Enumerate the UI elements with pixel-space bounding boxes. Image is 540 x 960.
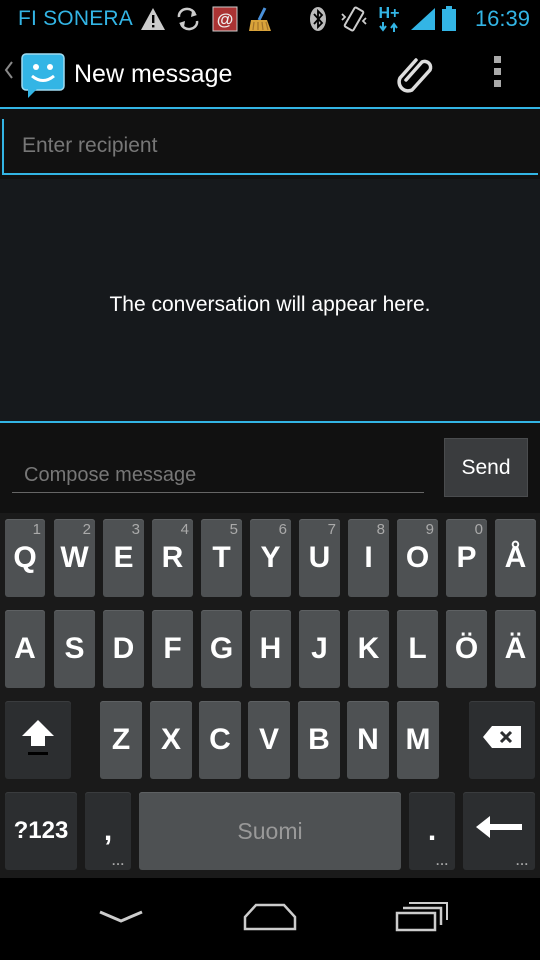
conversation-area: The conversation will appear here. [0,179,540,423]
key-x[interactable]: X [150,701,192,779]
backspace-key[interactable] [469,701,535,779]
comma-key[interactable]: , ... [85,792,131,870]
recipient-area [0,109,540,179]
paperclip-icon [392,50,436,99]
vibrate-icon [340,6,368,32]
sync-icon [175,6,201,32]
key-h[interactable]: H [250,610,291,688]
key-a-ring[interactable]: Å [495,519,536,597]
compose-message-input[interactable] [12,459,424,493]
recipient-input[interactable] [2,119,538,175]
svg-text:@: @ [217,10,234,29]
key-d[interactable]: D [103,610,144,688]
home-button[interactable] [225,894,315,944]
soft-keyboard: Q1 W2 E3 R4 T5 Y6 U7 I8 O9 P0 Å A S D F … [0,513,540,878]
space-key[interactable]: Suomi [139,792,401,870]
key-r[interactable]: R4 [152,519,193,597]
enter-arrow-icon [474,814,524,848]
recent-apps-button[interactable] [376,894,466,944]
network-type-label: H+ [378,5,400,22]
shift-key[interactable] [5,701,71,779]
symbols-key[interactable]: ?123 [5,792,77,870]
key-c[interactable]: C [199,701,241,779]
key-o-umlaut[interactable]: Ö [446,610,487,688]
key-j[interactable]: J [299,610,340,688]
key-e[interactable]: E3 [103,519,144,597]
key-a-umlaut[interactable]: Ä [495,610,536,688]
overflow-menu-button[interactable] [476,50,520,98]
shift-arrow-icon [19,716,57,764]
action-bar: New message [0,38,540,109]
key-k[interactable]: K [348,610,389,688]
key-w[interactable]: W2 [54,519,95,597]
carrier-label: FI SONERA [18,7,133,30]
key-o[interactable]: O9 [397,519,438,597]
status-bar: FI SONERA @ H+ 16:39 [0,0,540,38]
navigation-bar [0,878,540,960]
key-m[interactable]: M [397,701,439,779]
key-s[interactable]: S [54,610,95,688]
warning-icon [140,6,166,32]
key-n[interactable]: N [347,701,389,779]
email-icon: @ [212,6,238,32]
home-icon [242,901,298,938]
cleaner-app-icon [247,6,275,32]
key-t[interactable]: T5 [201,519,242,597]
hide-keyboard-button[interactable] [76,894,166,944]
signal-icon [410,6,436,32]
compose-area: Send [0,423,540,513]
status-clock: 16:39 [474,6,530,31]
key-v[interactable]: V [248,701,290,779]
key-i[interactable]: I8 [348,519,389,597]
page-title: New message [74,60,233,88]
key-u[interactable]: U7 [299,519,340,597]
chevron-down-icon [97,907,145,932]
period-key[interactable]: . ... [409,792,455,870]
recent-apps-icon [393,901,449,938]
battery-icon [441,6,457,32]
overflow-menu-icon [493,55,503,94]
key-g[interactable]: G [201,610,242,688]
network-type-icon: H+ [378,6,400,32]
bluetooth-icon [308,6,328,32]
key-p[interactable]: P0 [446,519,487,597]
key-b[interactable]: B [298,701,340,779]
key-y[interactable]: Y6 [250,519,291,597]
enter-key[interactable]: ... [463,792,535,870]
attach-button[interactable] [384,50,444,98]
up-navigation-caret-icon[interactable] [4,60,14,86]
messaging-app-icon[interactable] [20,52,66,105]
key-a[interactable]: A [5,610,45,688]
send-button[interactable]: Send [444,438,528,497]
key-l[interactable]: L [397,610,438,688]
key-f[interactable]: F [152,610,193,688]
key-q[interactable]: Q1 [5,519,45,597]
conversation-empty-text: The conversation will appear here. [109,293,431,316]
backspace-icon [482,723,522,757]
key-z[interactable]: Z [100,701,142,779]
